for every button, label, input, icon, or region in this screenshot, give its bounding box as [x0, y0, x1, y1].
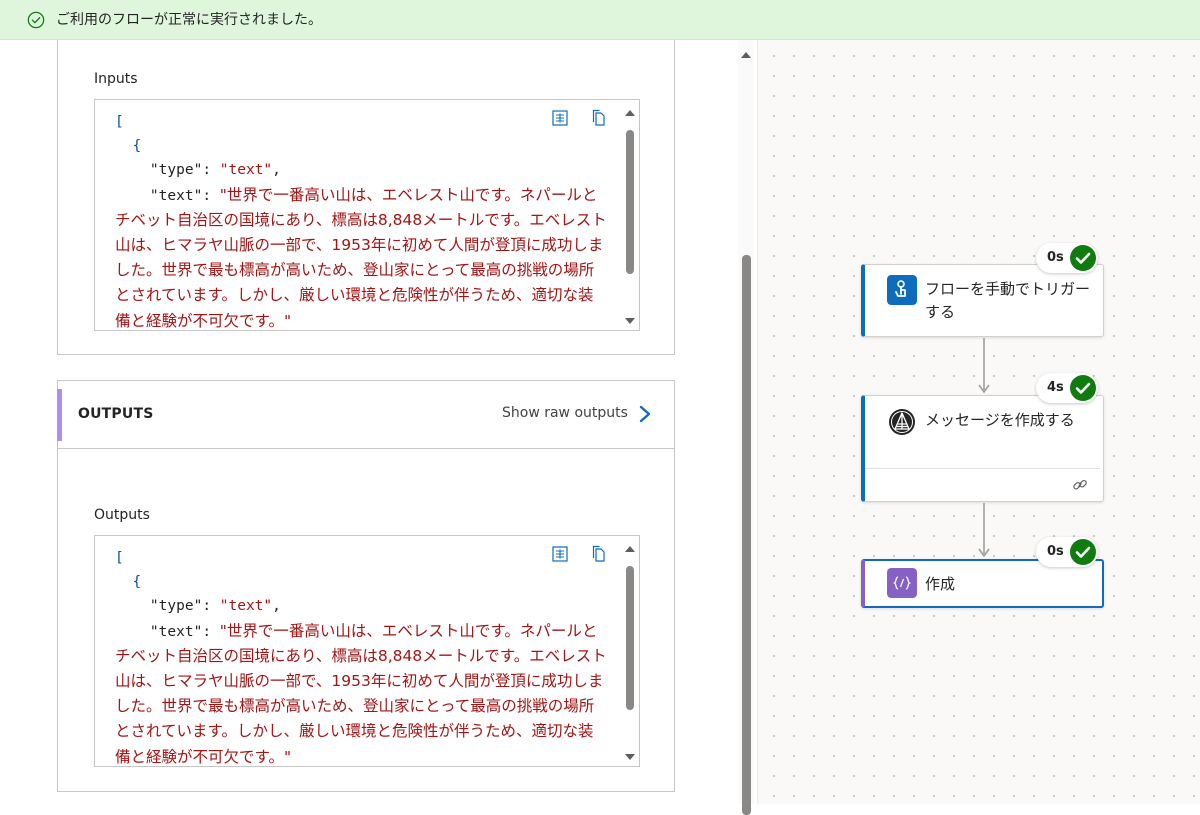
status-badge: 4s: [1036, 373, 1098, 403]
scroll-up-icon[interactable]: [624, 108, 636, 118]
flow-canvas[interactable]: フローを手動でトリガーする 0s メッセージを作成する 4s 作成 0s: [757, 40, 1200, 804]
touch-trigger-icon: [887, 275, 917, 305]
outputs-code: [ { "type": "text", "text": "世界で一番高い山は、エ…: [115, 550, 607, 766]
chevron-right-icon[interactable]: [638, 404, 652, 424]
run-details-pane: Inputs [ { "type": "text", "text": "世界で一…: [0, 40, 757, 804]
success-check-icon: [1070, 375, 1096, 401]
node-label: 作成: [925, 575, 956, 593]
table-view-icon[interactable]: [551, 109, 569, 127]
check-circle-icon: [27, 11, 45, 29]
status-badge: 0s: [1036, 537, 1098, 567]
compose-icon: [887, 568, 917, 598]
inputs-card: Inputs [ { "type": "text", "text": "世界で一…: [57, 40, 675, 355]
duration-label: 0s: [1047, 250, 1064, 265]
scroll-up-icon[interactable]: [740, 50, 752, 60]
scrollbar-thumb[interactable]: [742, 255, 751, 815]
copy-icon[interactable]: [590, 109, 608, 127]
inputs-label: Inputs: [94, 71, 138, 87]
scrollbar-thumb[interactable]: [626, 130, 634, 274]
outputs-card: OUTPUTS Show raw outputs Outputs [ { "ty…: [57, 380, 675, 792]
outputs-label: Outputs: [94, 507, 150, 523]
scrollbar-thumb[interactable]: [626, 566, 634, 710]
outputs-scrollbar[interactable]: [623, 544, 637, 762]
success-check-icon: [1070, 539, 1096, 565]
connector-arrow: [978, 503, 990, 558]
connector-arrow: [978, 338, 990, 394]
outputs-accent-bar: [57, 389, 62, 441]
ai-builder-icon: [889, 409, 915, 435]
outputs-code-box[interactable]: [ { "type": "text", "text": "世界で一番高い山は、エ…: [94, 535, 640, 767]
duration-label: 0s: [1047, 544, 1064, 559]
success-banner: ご利用のフローが正常に実行されました。: [0, 0, 1200, 40]
banner-message: ご利用のフローが正常に実行されました。: [56, 12, 322, 28]
outputs-header: OUTPUTS Show raw outputs: [57, 381, 674, 449]
link-icon[interactable]: [1072, 477, 1088, 493]
inputs-code: [ { "type": "text", "text": "世界で一番高い山は、エ…: [115, 114, 607, 330]
scroll-up-icon[interactable]: [624, 544, 636, 554]
flow-node-manual-trigger[interactable]: フローを手動でトリガーする: [861, 264, 1104, 337]
show-raw-outputs-link[interactable]: Show raw outputs: [502, 405, 628, 421]
scroll-down-icon[interactable]: [624, 316, 636, 326]
node-footer: [865, 468, 1100, 501]
duration-label: 4s: [1047, 380, 1064, 395]
inputs-scrollbar[interactable]: [623, 108, 637, 326]
inputs-code-box[interactable]: [ { "type": "text", "text": "世界で一番高い山は、エ…: [94, 99, 640, 331]
success-check-icon: [1070, 245, 1096, 271]
node-label: メッセージを作成する: [925, 411, 1075, 429]
table-view-icon[interactable]: [551, 545, 569, 563]
node-label: フローを手動でトリガーする: [925, 280, 1091, 321]
status-badge: 0s: [1036, 243, 1098, 273]
outputs-text-value: "世界で一番高い山は、エベレスト山です。ネパールとチベット自治区の国境にあり、標…: [115, 621, 607, 766]
outputs-title: OUTPUTS: [78, 406, 154, 422]
flow-node-create-message[interactable]: メッセージを作成する: [861, 395, 1104, 502]
copy-icon[interactable]: [590, 545, 608, 563]
pane-scrollbar[interactable]: [738, 40, 754, 815]
scroll-down-icon[interactable]: [624, 752, 636, 762]
inputs-text-value: "世界で一番高い山は、エベレスト山です。ネパールとチベット自治区の国境にあり、標…: [115, 185, 607, 330]
